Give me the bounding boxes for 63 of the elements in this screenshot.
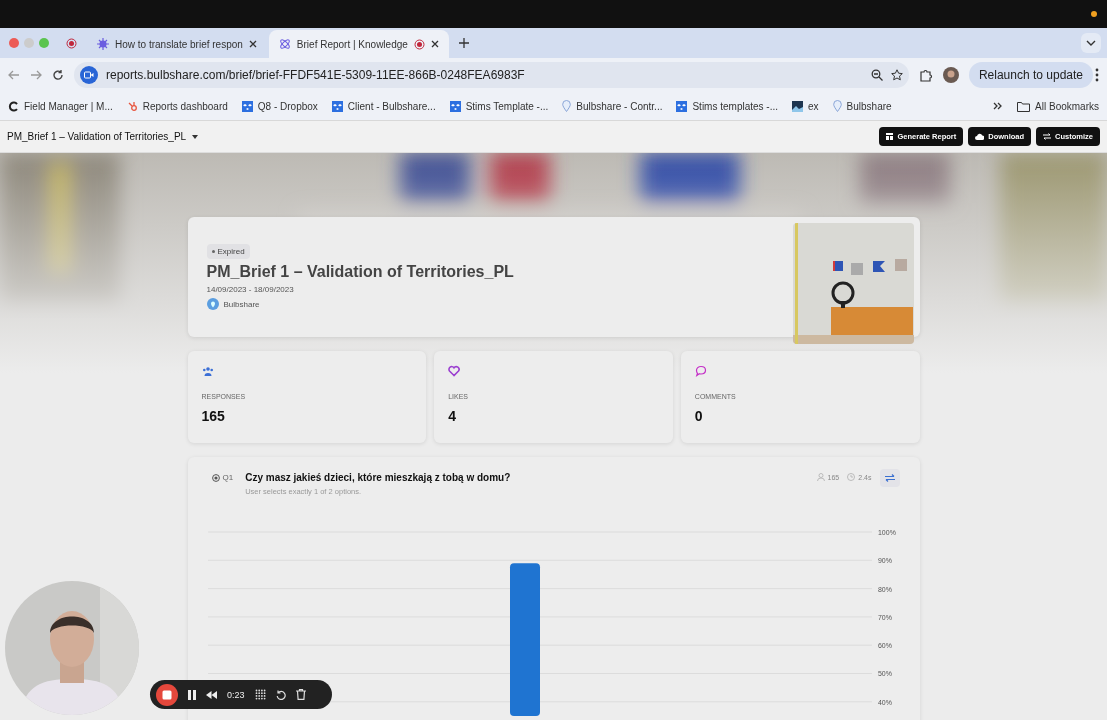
- restart-button[interactable]: [275, 689, 286, 700]
- bookmark[interactable]: Reports dashboard: [126, 100, 228, 112]
- stop-button[interactable]: [156, 683, 178, 706]
- browser-tab[interactable]: Brief Report | Knowledge: [268, 30, 449, 58]
- delete-button[interactable]: [295, 689, 306, 700]
- cloud-icon: [975, 133, 985, 140]
- bookmark[interactable]: Bulbshare - Contr...: [562, 100, 663, 112]
- bookmark[interactable]: Bulbshare: [832, 100, 892, 112]
- more-icon[interactable]: [1095, 68, 1099, 82]
- stat-value: 4: [448, 408, 457, 424]
- dropbox-icon: [449, 100, 461, 112]
- recording-time: 0:23: [227, 689, 245, 700]
- sprocket-icon: [126, 100, 138, 112]
- stat-value: 0: [694, 408, 704, 424]
- stat-value: 165: [201, 408, 226, 424]
- folder-icon: [1017, 100, 1031, 112]
- brief-selector[interactable]: PM_Brief 1 – Validation of Territories_PL: [7, 131, 199, 142]
- bookmark[interactable]: Stims templates -...: [676, 100, 779, 112]
- rewind-button[interactable]: [206, 690, 217, 699]
- swap-icon: [1043, 133, 1052, 140]
- filter-button[interactable]: [879, 469, 900, 487]
- chevron-down-icon[interactable]: [1081, 33, 1101, 53]
- puzzle-icon[interactable]: [918, 68, 933, 82]
- clock-icon: [847, 473, 856, 481]
- layout-icon: [886, 133, 894, 140]
- window-controls-icon: [8, 37, 52, 49]
- pin-icon: [832, 100, 842, 112]
- dropbox-icon: [331, 100, 343, 112]
- pin-icon: [562, 100, 572, 112]
- avatar-icon[interactable]: [942, 67, 959, 83]
- reload-icon[interactable]: [52, 69, 64, 81]
- question-text: Czy masz jakieś dzieci, które mieszkają z tobą w domu?: [245, 472, 512, 483]
- sparkle-icon: [97, 38, 109, 50]
- bookmark[interactable]: Q8 - Dropbox: [241, 100, 318, 112]
- question-number: Q1: [207, 469, 238, 486]
- c-logo-icon: [8, 100, 19, 112]
- plus-icon[interactable]: [458, 38, 469, 48]
- bookmark[interactable]: Field Manager | M...: [8, 100, 113, 112]
- chevrons-right-icon[interactable]: [993, 101, 1004, 111]
- bookmark[interactable]: Stims Template -...: [449, 100, 549, 112]
- all-bookmarks[interactable]: All Bookmarks: [1017, 100, 1099, 112]
- close-icon[interactable]: [248, 40, 257, 48]
- address-bar[interactable]: reports.bulbshare.com/brief/brief-FFDF541E-5309-11EE-866B-0248FEA6983F: [74, 62, 909, 88]
- grid-button[interactable]: [254, 689, 266, 700]
- caret-icon: [192, 134, 199, 139]
- video-camera-icon: [80, 66, 98, 84]
- swap-icon: [884, 474, 895, 482]
- close-icon[interactable]: [430, 40, 439, 48]
- dropbox-icon: [241, 100, 253, 112]
- star-icon[interactable]: [890, 69, 903, 81]
- bookmark[interactable]: ex: [792, 100, 819, 112]
- relaunch-button[interactable]: Relaunch to update: [968, 62, 1093, 88]
- radio-icon: [211, 473, 220, 482]
- zoom-icon[interactable]: [870, 69, 883, 81]
- atom-icon: [278, 38, 291, 50]
- bookmark[interactable]: Client - Bulbshare...: [331, 100, 436, 112]
- record-icon: [66, 37, 77, 49]
- image-icon: [792, 100, 804, 112]
- pause-button[interactable]: [188, 689, 196, 700]
- dropbox-icon: [676, 100, 688, 112]
- person-icon: [816, 473, 825, 481]
- browser-tab[interactable]: How to translate brief respon: [87, 30, 267, 58]
- recording-dot-icon: [1091, 11, 1097, 17]
